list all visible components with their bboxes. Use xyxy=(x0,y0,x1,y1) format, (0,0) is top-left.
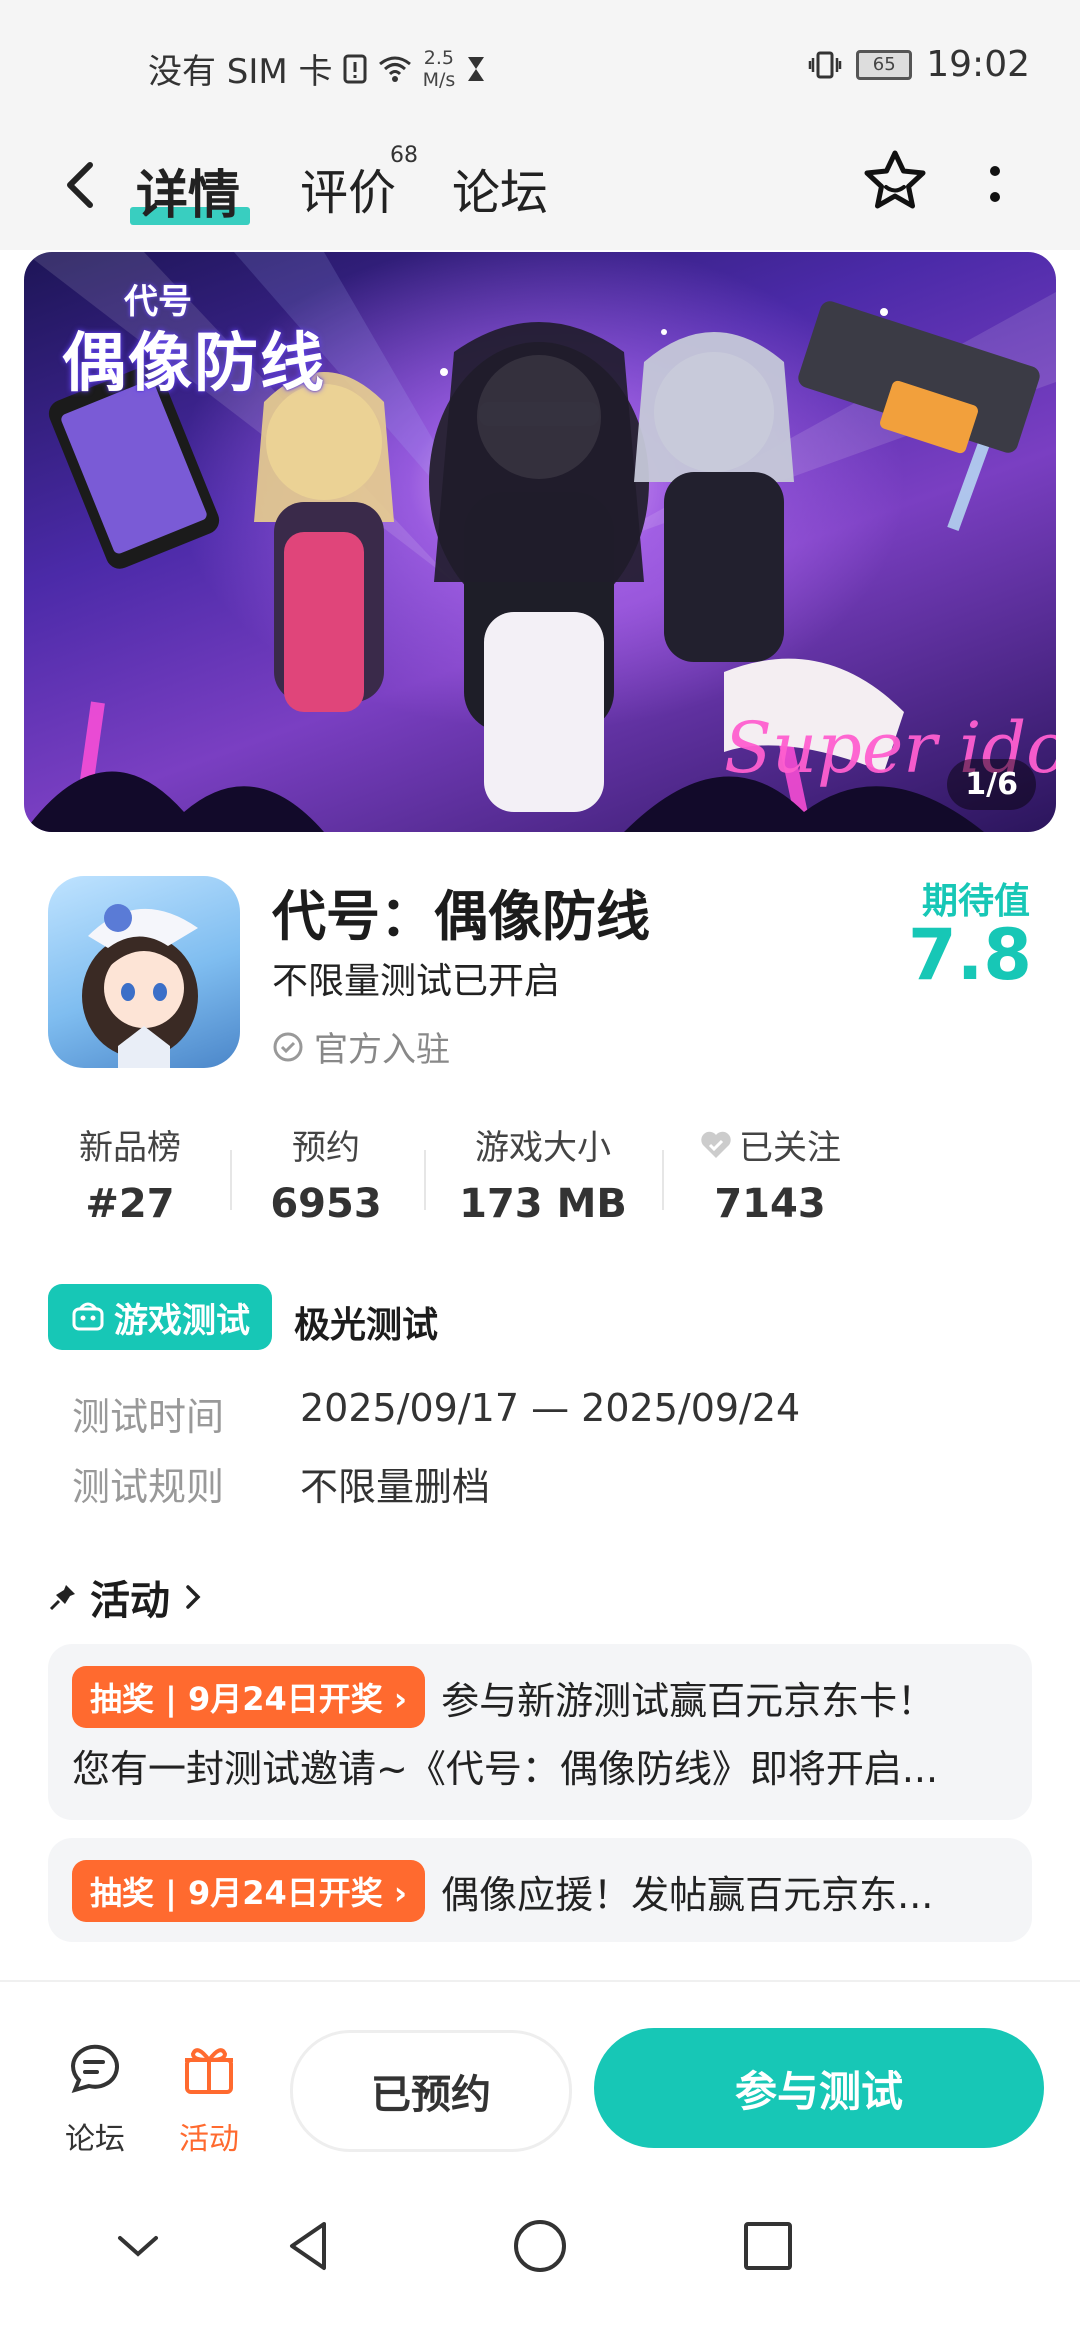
activity-card-head: 抽奖 | 9月24日开奖 › 偶像应援！发帖赢百元京东... xyxy=(72,1860,933,1922)
stat-divider xyxy=(424,1150,426,1210)
game-app-icon xyxy=(48,876,240,1068)
test-rule-value: 不限量删档 xyxy=(300,1465,491,1509)
speed-unit: M/s xyxy=(422,68,456,91)
bottom-forum[interactable]: 论坛 xyxy=(50,2038,140,2158)
activity-desc: 您有一封测试邀请~《代号：偶像防线》即将开启... xyxy=(72,1747,939,1791)
top-nav: 详情 评价 68 论坛 xyxy=(0,135,1080,250)
app-icon-art xyxy=(82,904,198,1068)
game-test-badge: 游戏测试 xyxy=(48,1284,272,1350)
home-circle-icon[interactable] xyxy=(510,2216,570,2276)
stat-value: 7143 xyxy=(714,1181,826,1227)
favorite-star-icon[interactable] xyxy=(860,147,930,217)
carrier-text: 没有 SIM 卡 xyxy=(148,52,333,92)
heart-icon xyxy=(701,1131,731,1158)
tab-reviews[interactable]: 评价 xyxy=(300,153,396,223)
lottery-pill-label: 抽奖 | 9月24日开奖 xyxy=(90,1680,383,1718)
test-robot-icon xyxy=(72,1302,104,1331)
chevron-right-icon xyxy=(186,1585,201,1609)
activity-title: 参与新游测试赢百元京东卡！ xyxy=(441,1678,936,1723)
status-right: 65 19:02 xyxy=(808,44,1030,85)
collapse-chevron-icon[interactable] xyxy=(108,2216,168,2276)
bottom-forum-label: 论坛 xyxy=(65,2122,125,2157)
bottom-activity-label: 活动 xyxy=(179,2122,239,2157)
test-name: 极光测试 xyxy=(294,1305,439,1346)
lottery-pill: 抽奖 | 9月24日开奖 › xyxy=(72,1666,426,1728)
activity-card[interactable]: 抽奖 | 9月24日开奖 › 参与新游测试赢百元京东卡！ 您有一封测试邀请~《代… xyxy=(48,1644,1032,1820)
stat-new-rank[interactable]: 新品榜 #27 xyxy=(60,1120,200,1227)
activity-header-label: 活动 xyxy=(90,1578,170,1624)
hero-banner[interactable]: Super idol 代号 偶像防线 1/6 xyxy=(24,252,1056,832)
stat-label: 预约 xyxy=(292,1128,360,1168)
stat-label: 已关注 xyxy=(690,1120,850,1169)
test-rule-label: 测试规则 xyxy=(72,1465,225,1509)
check-circle-icon xyxy=(273,1032,303,1061)
activity-card-head: 抽奖 | 9月24日开奖 › 参与新游测试赢百元京东卡！ xyxy=(72,1666,935,1728)
stat-label-text: 已关注 xyxy=(739,1128,841,1168)
join-test-button[interactable]: 参与测试 xyxy=(594,2028,1044,2148)
test-time-label: 测试时间 xyxy=(72,1395,225,1439)
activity-title: 偶像应援！发帖赢百元京东... xyxy=(441,1872,934,1917)
tab-details[interactable]: 详情 xyxy=(136,153,240,228)
stat-followed[interactable]: 已关注 7143 xyxy=(690,1120,850,1227)
stats-row: 新品榜 #27 预约 6953 游戏大小 173 MB 已关注 7143 xyxy=(0,1120,1080,1240)
activity-header[interactable]: 活动 xyxy=(48,1568,204,1626)
vibrate-icon xyxy=(809,51,842,78)
more-options-icon[interactable] xyxy=(975,157,1015,217)
hourglass-icon xyxy=(468,56,485,81)
stat-divider xyxy=(662,1150,664,1210)
lottery-pill-label: 抽奖 | 9月24日开奖 xyxy=(90,1874,383,1912)
bottom-activity[interactable]: 活动 xyxy=(164,2038,254,2158)
back-arrow-icon[interactable] xyxy=(52,155,112,215)
official-label: 官方入驻 xyxy=(314,1030,450,1070)
lottery-pill: 抽奖 | 9月24日开奖 › xyxy=(72,1860,426,1922)
stat-label: 游戏大小 xyxy=(475,1128,611,1168)
stat-value: 173 MB xyxy=(459,1181,627,1227)
stat-reservations: 预约 6953 xyxy=(256,1120,396,1227)
wifi-icon xyxy=(378,56,411,82)
reserved-button[interactable]: 已预约 xyxy=(290,2030,572,2152)
test-time-value: 2025/09/17 — 2025/09/24 xyxy=(300,1386,801,1430)
stat-label: 新品榜 xyxy=(79,1128,181,1168)
clock-text: 19:02 xyxy=(926,44,1030,85)
gift-icon xyxy=(185,2048,233,2094)
speed-value: 2.5 xyxy=(423,46,455,69)
stat-game-size: 游戏大小 173 MB xyxy=(450,1120,636,1227)
pin-icon xyxy=(49,1585,75,1611)
sim-alert-icon xyxy=(343,54,367,83)
stat-value: #27 xyxy=(85,1181,175,1227)
system-navigation-bar xyxy=(0,2170,1080,2340)
official-verified: 官方入驻 xyxy=(272,1022,450,1071)
back-triangle-icon[interactable] xyxy=(280,2216,340,2276)
banner-logo-title: 偶像防线 xyxy=(62,327,326,401)
expectation-value: 7.8 xyxy=(907,914,1032,996)
test-badge-label: 游戏测试 xyxy=(114,1300,250,1341)
status-left: 没有 SIM 卡 2.5 M/s xyxy=(148,44,487,93)
activity-card[interactable]: 抽奖 | 9月24日开奖 › 偶像应援！发帖赢百元京东... xyxy=(48,1838,1032,1942)
network-speed: 2.5 M/s xyxy=(423,47,456,91)
status-bar: 没有 SIM 卡 2.5 M/s 65 19:02 xyxy=(0,0,1080,135)
bottom-action-bar: 论坛 活动 已预约 参与测试 xyxy=(0,1980,1080,2172)
forum-chat-icon xyxy=(70,2044,119,2094)
battery-indicator: 65 xyxy=(856,49,913,80)
banner-page-counter: 1/6 xyxy=(947,759,1036,810)
stat-value: 6953 xyxy=(270,1181,382,1227)
game-subtitle: 不限量测试已开启 xyxy=(272,961,561,1002)
game-title: 代号：偶像防线 xyxy=(272,885,650,948)
recents-square-icon[interactable] xyxy=(738,2216,798,2276)
reviews-count-badge: 68 xyxy=(390,143,418,168)
stat-divider xyxy=(230,1150,232,1210)
tab-forum[interactable]: 论坛 xyxy=(452,153,548,223)
